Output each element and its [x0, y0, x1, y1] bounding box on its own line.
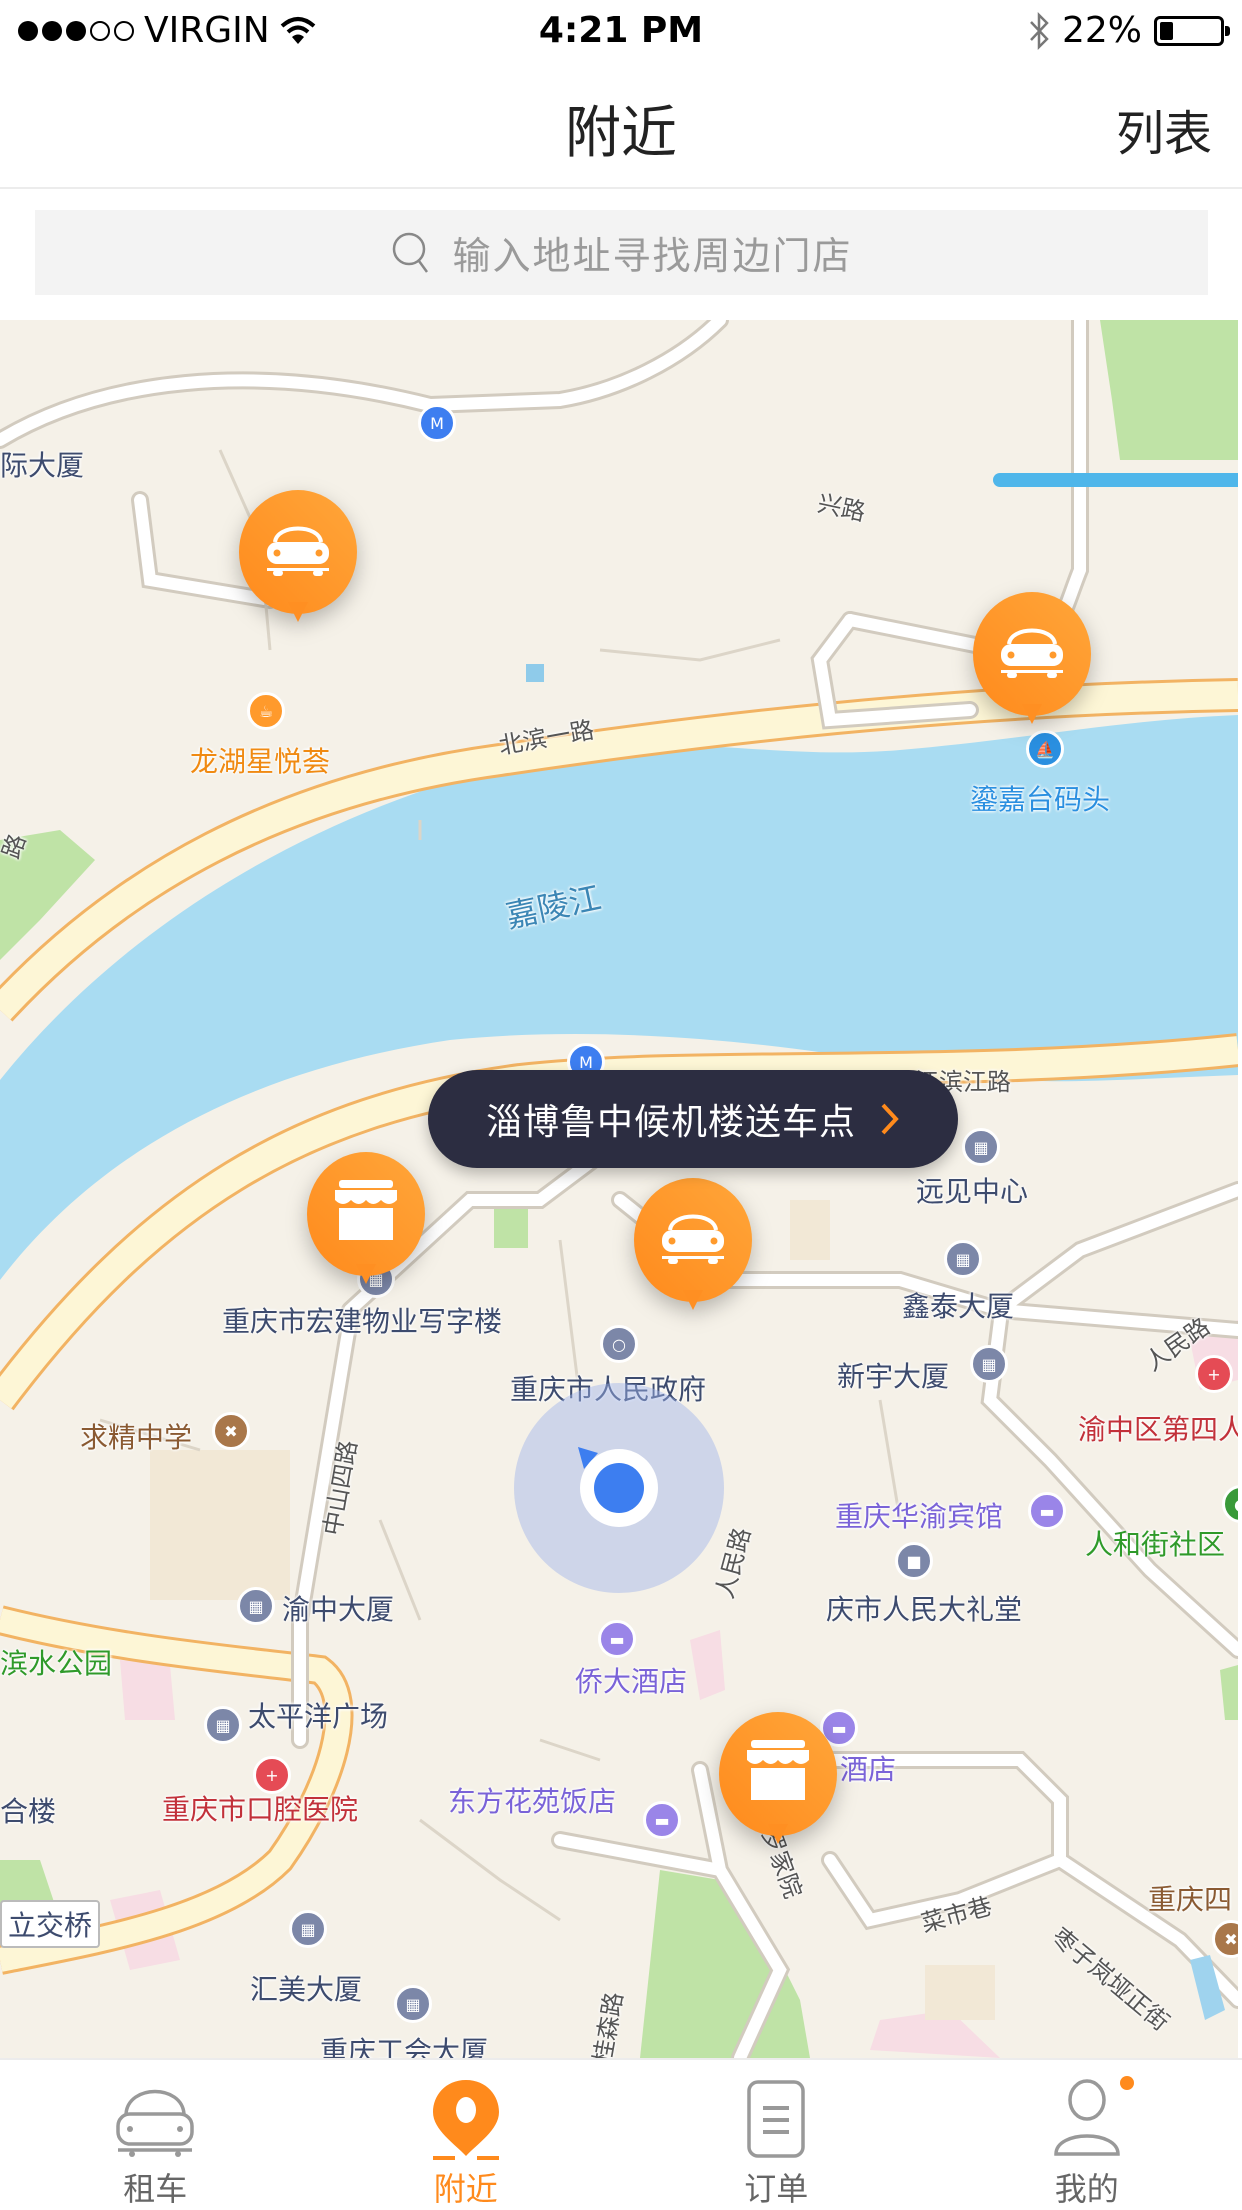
car-icon — [263, 518, 333, 580]
landmark-icon: ○ — [600, 1325, 638, 1363]
school-icon: ✖ — [212, 1412, 250, 1450]
status-right: 22% — [1028, 10, 1224, 51]
map-edge — [1238, 320, 1242, 2058]
map-label: 汇美大厦 — [250, 1968, 362, 2008]
car-icon — [658, 1206, 728, 1268]
theater-icon: ■ — [895, 1542, 933, 1580]
map-label: 重庆市口腔医院 — [162, 1788, 358, 1828]
search-placeholder: 输入地址寻找周边门店 — [452, 225, 852, 280]
map-label: 太平洋广场 — [248, 1695, 388, 1735]
map-label: 立交桥 — [0, 1900, 100, 1948]
tab-label: 租车 — [123, 2164, 187, 2210]
car-marker[interactable] — [634, 1178, 752, 1318]
tab-profile[interactable]: 我的 — [932, 2060, 1242, 2210]
tab-nearby[interactable]: 附近 — [311, 2060, 622, 2210]
tab-label: 我的 — [1055, 2164, 1119, 2210]
map-view[interactable]: M ☕ ⛵ M ▦ ▦ ▦ ○ ▦ ✖ + ▬ ● ■ ▦ ▬ ▦ ▬ + ▬ … — [0, 320, 1238, 2058]
map-label: 龙湖星悦荟 — [190, 740, 330, 780]
bluetooth-icon — [1028, 11, 1050, 51]
map-label: 重庆市宏建物业写字楼 — [222, 1300, 502, 1340]
notification-badge — [1120, 2076, 1134, 2090]
store-marker[interactable] — [719, 1712, 837, 1852]
map-label: 新宇大厦 — [837, 1355, 949, 1395]
store-callout[interactable]: 淄博鲁中候机楼送车点 — [428, 1070, 958, 1168]
ferry-icon: ⛵ — [1026, 730, 1064, 768]
metro-station-icon: M — [418, 404, 456, 442]
callout-title: 淄博鲁中候机楼送车点 — [486, 1093, 856, 1145]
store-icon — [743, 1738, 813, 1804]
car-icon — [997, 620, 1067, 682]
building-icon: ▦ — [962, 1128, 1000, 1166]
tab-orders[interactable]: 订单 — [621, 2060, 932, 2210]
building-icon: ▦ — [204, 1706, 242, 1744]
store-marker[interactable] — [307, 1152, 425, 1292]
map-label: 合楼 — [0, 1790, 56, 1830]
map-label: 滨水公园 — [0, 1642, 112, 1682]
tab-bar: 租车 附近 订单 我的 — [0, 2058, 1242, 2210]
page-title: 附近 — [0, 88, 1242, 169]
car-marker[interactable] — [239, 490, 357, 630]
map-label: 鎏嘉台码头 — [970, 778, 1110, 818]
map-label: 渝中区第四人 — [1078, 1408, 1238, 1448]
map-label: 酒店 — [840, 1748, 896, 1788]
battery-icon — [1154, 16, 1224, 46]
map-label: 东方花苑饭店 — [448, 1780, 616, 1820]
hotel-icon: ▬ — [1028, 1492, 1066, 1530]
hotel-icon: ▬ — [643, 1801, 681, 1839]
search-icon — [390, 230, 432, 276]
map-label: 鑫泰大厦 — [902, 1285, 1014, 1325]
location-pin-icon — [431, 2078, 501, 2160]
map-label: 渝中大厦 — [282, 1588, 394, 1628]
search-area: 输入地址寻找周边门店 — [0, 189, 1242, 320]
building-icon: ▦ — [970, 1345, 1008, 1383]
car-marker[interactable] — [973, 592, 1091, 732]
map-label: 重庆工会大厦 — [320, 2030, 488, 2058]
building-icon: ▦ — [944, 1240, 982, 1278]
tab-rent-car[interactable]: 租车 — [0, 2060, 311, 2210]
hotel-icon: ▬ — [598, 1620, 636, 1658]
car-outline-icon — [110, 2078, 200, 2160]
tab-label: 附近 — [434, 2164, 498, 2210]
user-icon — [1052, 2078, 1122, 2160]
map-label: 际大厦 — [0, 444, 84, 484]
map-label: 求精中学 — [80, 1416, 192, 1456]
map-label: 侨大酒店 — [575, 1660, 687, 1700]
store-icon — [331, 1178, 401, 1244]
nav-bar: 附近 列表 — [0, 62, 1242, 188]
map-label: 人和街社区 — [1085, 1523, 1225, 1563]
battery-percent: 22% — [1062, 10, 1142, 51]
map-label: 重庆四 — [1148, 1878, 1232, 1918]
current-location-dot[interactable] — [580, 1449, 658, 1527]
map-label: 重庆华渝宾馆 — [835, 1495, 1003, 1535]
building-icon: ▦ — [394, 1985, 432, 2023]
order-list-icon — [745, 2078, 807, 2160]
hospital-icon: + — [1195, 1355, 1233, 1393]
status-bar: VIRGIN 4:21 PM 22% — [0, 0, 1242, 62]
building-icon: ▦ — [289, 1910, 327, 1948]
tab-label: 订单 — [744, 2164, 808, 2210]
search-input[interactable]: 输入地址寻找周边门店 — [35, 210, 1208, 295]
shopping-icon: ☕ — [247, 692, 285, 730]
map-label: 远见中心 — [916, 1170, 1028, 1210]
building-icon: ▦ — [237, 1587, 275, 1625]
chevron-right-icon — [880, 1102, 900, 1136]
map-label: 庆市人民大礼堂 — [826, 1588, 1022, 1628]
list-view-button[interactable]: 列表 — [1116, 94, 1212, 164]
